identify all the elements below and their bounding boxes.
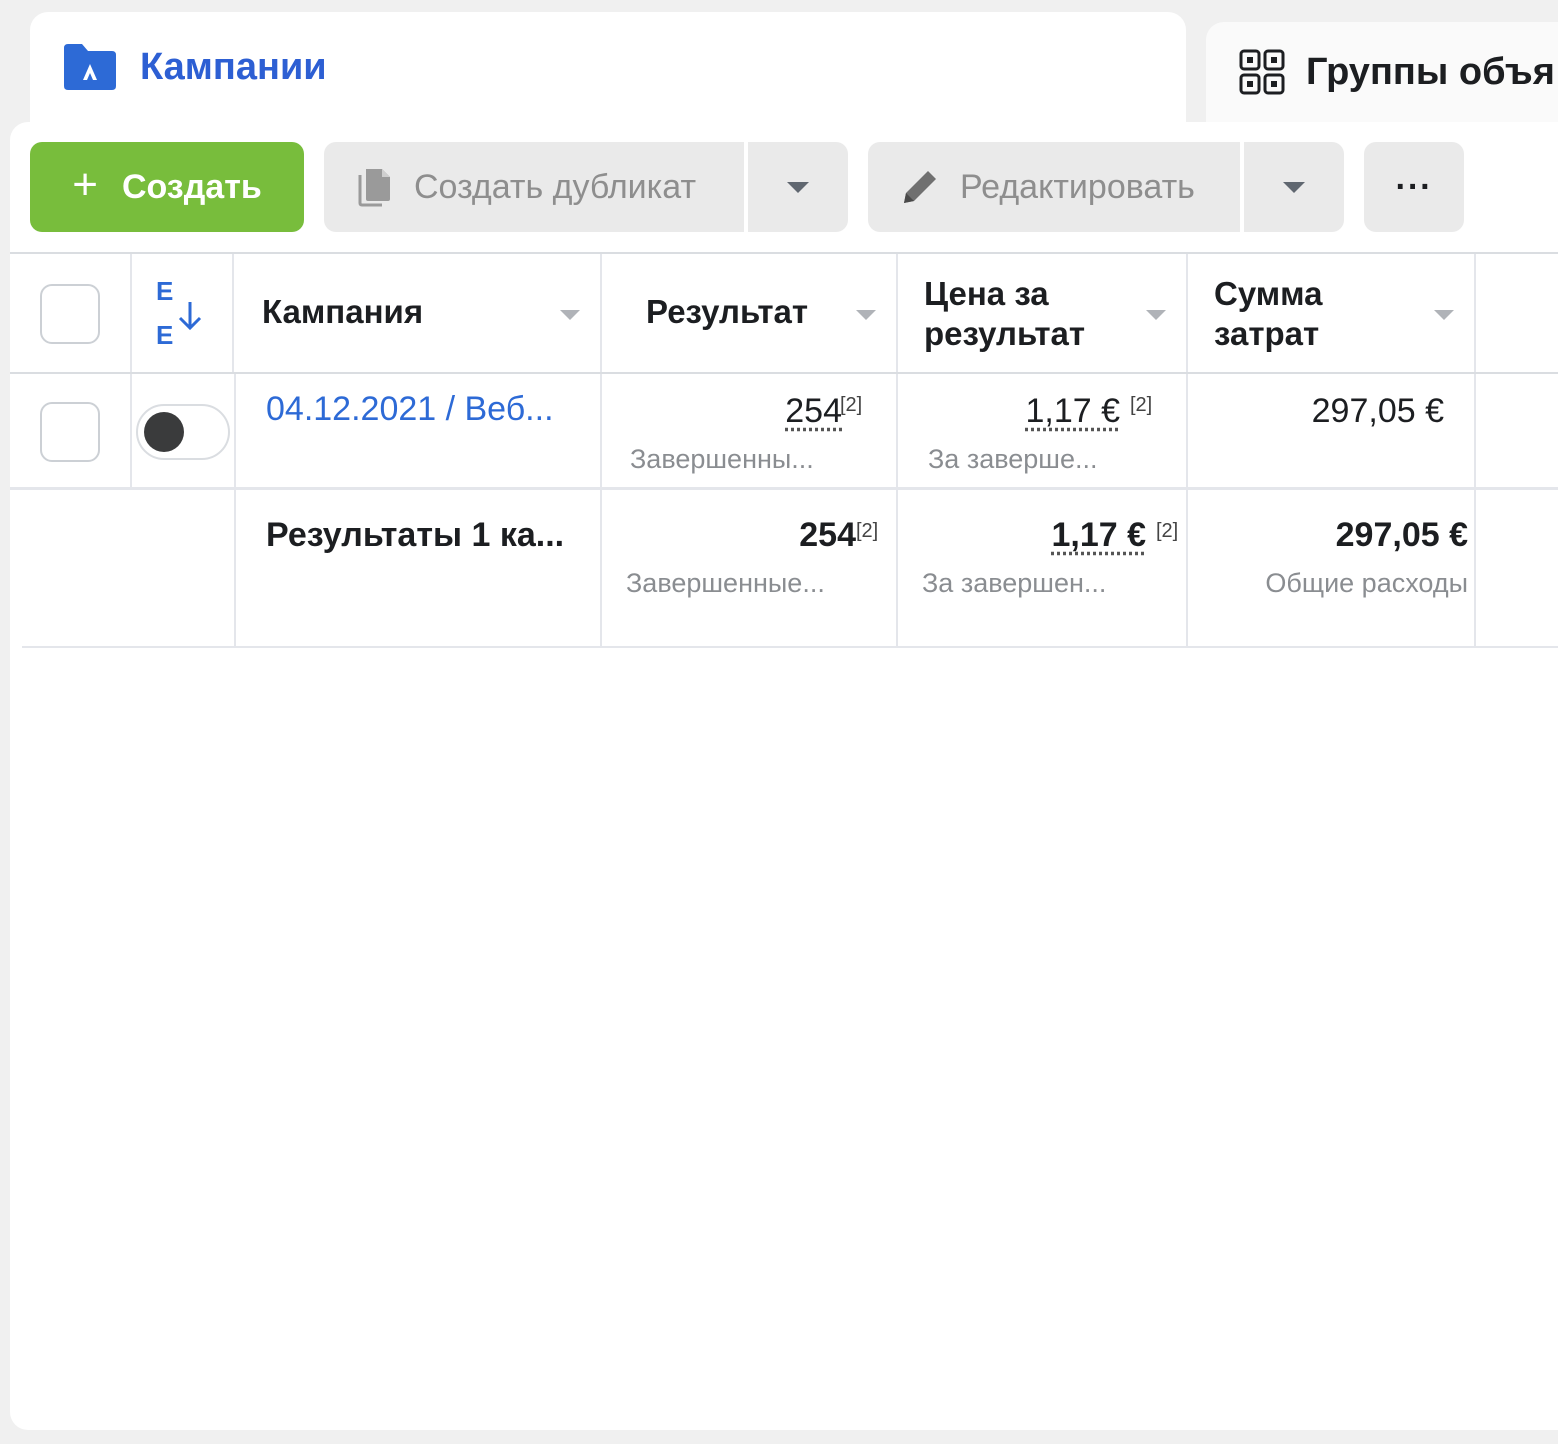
result-value: 254 (785, 392, 842, 431)
column-header-result[interactable]: Результат (646, 292, 808, 332)
tab-campaigns-label: Кампании (140, 42, 327, 92)
chevron-down-icon[interactable] (1146, 310, 1166, 320)
campaigns-panel: + Создать Создать дубликат Редактировать… (10, 122, 1558, 1430)
total-spend-subtext: Общие расходы (1265, 568, 1468, 599)
chevron-down-icon[interactable] (560, 310, 580, 320)
edit-button-label: Редактировать (960, 168, 1195, 207)
duplicate-dropdown-button[interactable] (748, 142, 848, 232)
edit-button[interactable]: Редактировать (868, 142, 1240, 232)
chevron-down-icon[interactable] (856, 310, 876, 320)
cost-footnote[interactable]: [2] (1130, 394, 1152, 417)
toggle-knob (144, 412, 184, 452)
svg-text:E: E (156, 320, 173, 348)
totals-row: Результаты 1 ка... 254 [2] Завершенные..… (22, 490, 1558, 648)
spend-value: 297,05 € (1312, 392, 1444, 431)
totals-label: Результаты 1 ка... (266, 516, 564, 555)
tab-campaigns[interactable]: Кампании (30, 12, 1186, 132)
plus-icon: + (72, 160, 98, 210)
total-cost-subtext: За завершен... (922, 568, 1106, 599)
campaign-toggle[interactable] (136, 404, 230, 460)
duplicate-button-label: Создать дубликат (414, 168, 696, 207)
column-header-cost-per-result-line1[interactable]: Цена за (924, 274, 1049, 314)
campaign-folder-icon (62, 42, 118, 92)
total-cost-value: 1,17 € (1051, 516, 1146, 555)
result-footnote[interactable]: [2] (840, 394, 862, 417)
pencil-icon (898, 165, 942, 209)
chevron-down-icon (787, 182, 809, 193)
chevron-down-icon (1283, 182, 1305, 193)
column-header-cost-per-result-line2[interactable]: результат (924, 314, 1085, 354)
table-header-row: E E Кампания Результат Цена за результат… (10, 252, 1558, 374)
result-subtext: Завершенны... (630, 444, 814, 475)
chevron-down-icon[interactable] (1434, 310, 1454, 320)
create-button-label: Создать (122, 168, 262, 207)
row-checkbox[interactable] (40, 402, 100, 462)
svg-text:E: E (156, 276, 173, 306)
column-header-campaign[interactable]: Кампания (262, 292, 423, 332)
tab-adsets[interactable]: Группы объя (1206, 22, 1558, 122)
total-result-subtext: Завершенные... (626, 568, 825, 599)
more-options-button[interactable]: ··· (1364, 142, 1464, 232)
total-spend-value: 297,05 € (1336, 516, 1468, 555)
more-icon: ··· (1396, 168, 1433, 207)
column-header-spend-line1[interactable]: Сумма (1214, 274, 1323, 314)
cost-per-result-value: 1,17 € (1025, 392, 1120, 431)
table-row[interactable]: 04.12.2021 / Веб... 254 [2] Завершенны..… (10, 374, 1558, 490)
duplicate-button[interactable]: Создать дубликат (324, 142, 744, 232)
sort-icon[interactable]: E E (156, 276, 206, 348)
select-all-checkbox[interactable] (40, 284, 100, 344)
duplicate-icon (352, 165, 396, 209)
total-result-value: 254 (799, 516, 856, 555)
total-cost-footnote[interactable]: [2] (1156, 520, 1178, 543)
cost-subtext: За заверше... (928, 444, 1097, 475)
campaign-name-link[interactable]: 04.12.2021 / Веб... (266, 390, 554, 429)
edit-dropdown-button[interactable] (1244, 142, 1344, 232)
total-result-footnote[interactable]: [2] (856, 520, 878, 543)
create-button[interactable]: + Создать (30, 142, 304, 232)
column-header-spend-line2[interactable]: затрат (1214, 314, 1319, 354)
grid-icon (1238, 48, 1286, 96)
tab-adsets-label: Группы объя (1306, 51, 1555, 94)
